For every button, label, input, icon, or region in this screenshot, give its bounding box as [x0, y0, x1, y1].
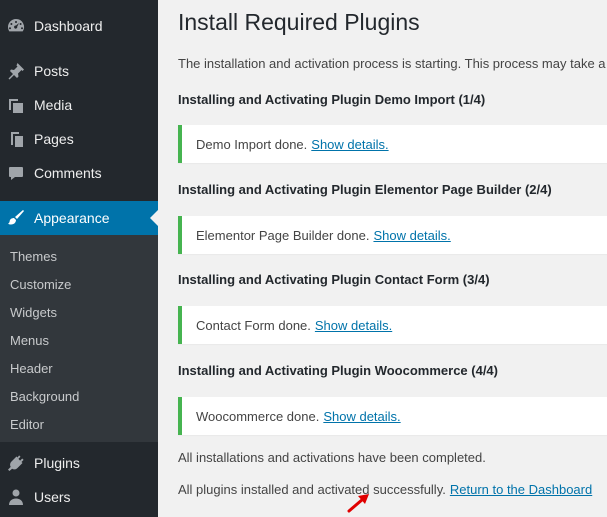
sidebar-item-label: Appearance: [34, 210, 110, 226]
dashboard-icon: [6, 16, 26, 36]
page-title: Install Required Plugins: [178, 9, 420, 35]
submenu-item-background[interactable]: Background: [10, 389, 79, 404]
notice-text: Woocommerce done.: [196, 408, 320, 424]
success-notice-4: Woocommerce done. Show details.: [178, 397, 607, 435]
sidebar-item-dashboard[interactable]: Dashboard: [0, 9, 158, 43]
sidebar-item-plugins[interactable]: Plugins: [0, 446, 158, 480]
comment-icon: [6, 163, 26, 183]
success-message: All plugins installed and activated succ…: [178, 482, 446, 497]
sidebar-item-media[interactable]: Media: [0, 88, 158, 122]
sidebar-item-users[interactable]: Users: [0, 480, 158, 514]
sidebar-item-label: Media: [34, 97, 73, 113]
submenu-item-menus[interactable]: Menus: [10, 333, 49, 348]
return-to-dashboard-link[interactable]: Return to the Dashboard: [450, 482, 592, 497]
notice-text: Elementor Page Builder done.: [196, 227, 370, 243]
submenu-item-editor[interactable]: Editor: [10, 417, 44, 432]
pin-icon: [6, 61, 26, 81]
show-details-link[interactable]: Show details.: [311, 137, 388, 152]
sidebar-item-label: Users: [34, 489, 71, 505]
submenu-item-customize[interactable]: Customize: [10, 277, 71, 292]
success-notice-3: Contact Form done. Show details.: [178, 306, 607, 344]
sidebar-item-label: Posts: [34, 63, 70, 79]
sidebar-item-label: Pages: [34, 131, 74, 147]
submenu-item-widgets[interactable]: Widgets: [10, 305, 57, 320]
step-heading-1: Installing and Activating Plugin Demo Im…: [178, 92, 486, 107]
success-message-row: All plugins installed and activated succ…: [178, 482, 592, 497]
appearance-submenu: Themes Customize Widgets Menus Header Ba…: [0, 235, 158, 442]
success-notice-1: Demo Import done. Show details.: [178, 125, 607, 163]
main-content: Install Required Plugins The installatio…: [158, 0, 607, 517]
user-icon: [6, 487, 26, 507]
admin-sidebar: Dashboard Posts Media Pages Comments App…: [0, 0, 158, 517]
notice-text: Contact Form done.: [196, 317, 311, 333]
sidebar-item-label: Dashboard: [34, 18, 103, 34]
success-notice-2: Elementor Page Builder done. Show detail…: [178, 216, 607, 254]
annotation-arrow-icon: [347, 494, 369, 513]
completed-message: All installations and activations have b…: [178, 450, 486, 465]
step-heading-4: Installing and Activating Plugin Woocomm…: [178, 363, 498, 378]
active-indicator-arrow: [150, 210, 158, 226]
submenu-item-header[interactable]: Header: [10, 361, 53, 376]
plugin-icon: [6, 453, 26, 473]
step-heading-3: Installing and Activating Plugin Contact…: [178, 272, 490, 287]
sidebar-item-label: Comments: [34, 165, 102, 181]
show-details-link[interactable]: Show details.: [323, 409, 400, 424]
show-details-link[interactable]: Show details.: [373, 228, 450, 243]
notice-text: Demo Import done.: [196, 136, 308, 152]
intro-text: The installation and activation process …: [178, 56, 607, 71]
submenu-item-themes[interactable]: Themes: [10, 249, 57, 264]
step-heading-2: Installing and Activating Plugin Element…: [178, 182, 552, 197]
media-icon: [6, 95, 26, 115]
sidebar-item-comments[interactable]: Comments: [0, 156, 158, 190]
show-details-link[interactable]: Show details.: [315, 318, 392, 333]
sidebar-item-posts[interactable]: Posts: [0, 54, 158, 88]
pages-icon: [6, 129, 26, 149]
sidebar-item-label: Plugins: [34, 455, 80, 471]
sidebar-item-pages[interactable]: Pages: [0, 122, 158, 156]
paintbrush-icon: [6, 208, 26, 228]
sidebar-item-appearance[interactable]: Appearance: [0, 201, 158, 235]
